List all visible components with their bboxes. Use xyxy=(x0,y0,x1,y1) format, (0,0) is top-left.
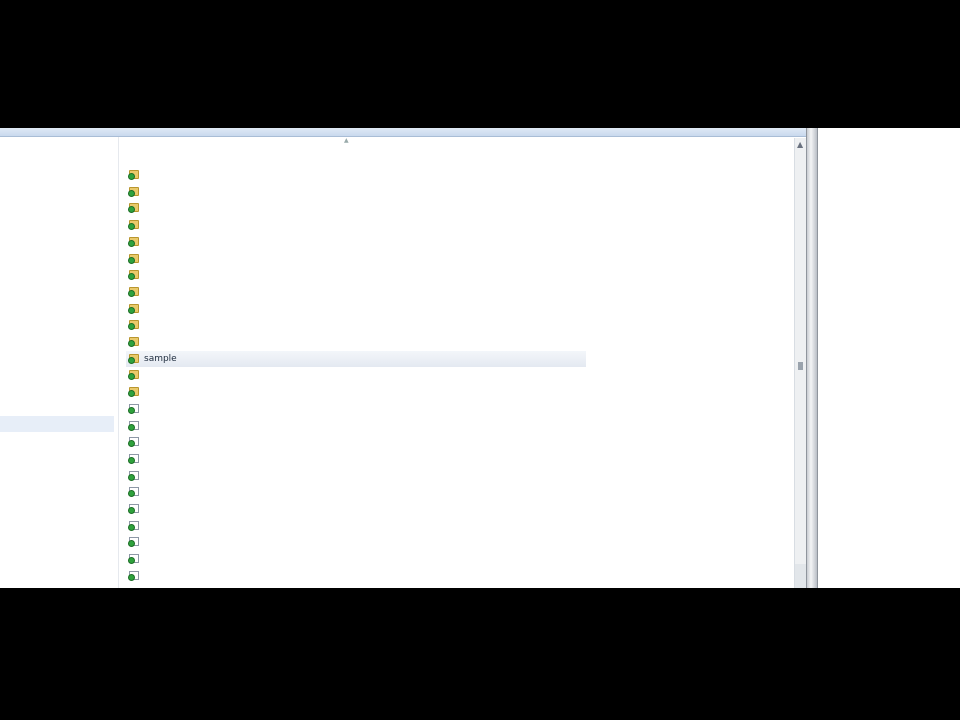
toolbar xyxy=(0,128,808,137)
file-row[interactable] xyxy=(126,418,586,434)
file-row[interactable] xyxy=(126,518,586,534)
sync-status-check-icon xyxy=(128,323,135,331)
nav-item[interactable] xyxy=(0,434,114,450)
sync-status-check-icon xyxy=(128,256,135,264)
sync-status-check-icon xyxy=(128,239,135,247)
file-row[interactable] xyxy=(126,484,586,500)
sync-status-check-icon xyxy=(128,557,135,565)
document-icon xyxy=(128,504,139,514)
file-row[interactable] xyxy=(126,167,586,183)
document-icon xyxy=(128,520,139,531)
file-row[interactable] xyxy=(126,401,586,417)
file-row[interactable] xyxy=(126,384,586,400)
scrollbar-thumb[interactable] xyxy=(798,362,803,370)
folder-icon xyxy=(128,286,139,297)
sync-status-check-icon xyxy=(128,406,135,414)
folder-icon xyxy=(128,253,139,264)
folder-icon xyxy=(128,337,139,347)
document-icon xyxy=(128,470,139,481)
document-icon xyxy=(128,554,139,565)
sync-status-check-icon xyxy=(128,573,135,581)
document-icon xyxy=(128,537,139,548)
file-row[interactable] xyxy=(126,301,586,317)
sync-status-check-icon xyxy=(128,507,135,514)
document-icon xyxy=(128,403,139,414)
sync-status-check-icon xyxy=(128,306,135,314)
sync-status-check-icon xyxy=(128,189,135,197)
sync-status-check-icon xyxy=(128,490,135,498)
file-row[interactable] xyxy=(126,501,586,517)
file-row[interactable] xyxy=(126,184,586,200)
sync-status-check-icon xyxy=(128,373,135,381)
sync-status-check-icon xyxy=(128,289,135,297)
folder-icon xyxy=(128,320,139,331)
folder-icon xyxy=(128,370,139,381)
file-row[interactable] xyxy=(126,284,586,300)
sync-status-check-icon xyxy=(128,356,135,364)
file-row[interactable] xyxy=(126,334,586,350)
folder-icon xyxy=(128,303,139,314)
sync-status-check-icon xyxy=(128,540,135,548)
file-row[interactable] xyxy=(126,217,586,233)
folder-icon xyxy=(128,236,139,247)
folder-icon xyxy=(128,170,139,180)
file-list: ▲ sample xyxy=(120,137,790,588)
document-icon xyxy=(128,437,139,448)
folder-icon xyxy=(128,220,139,231)
folder-icon xyxy=(128,186,139,197)
nav-item[interactable] xyxy=(0,472,114,488)
file-row[interactable] xyxy=(126,451,586,467)
sync-status-check-icon xyxy=(128,423,135,431)
file-row[interactable] xyxy=(126,200,586,216)
file-row[interactable] xyxy=(126,434,586,450)
document-icon xyxy=(128,453,139,464)
sync-status-check-icon xyxy=(128,440,135,448)
window-frame-border xyxy=(806,128,818,588)
file-row[interactable] xyxy=(126,534,586,550)
document-icon xyxy=(128,570,139,581)
folder-icon xyxy=(128,203,139,214)
document-icon xyxy=(128,420,139,431)
sync-status-check-icon xyxy=(128,473,135,481)
nav-item[interactable] xyxy=(0,453,114,469)
file-row[interactable] xyxy=(126,367,586,383)
scroll-up-arrow-icon[interactable]: ▲ xyxy=(797,140,803,149)
folder-icon xyxy=(128,353,139,364)
file-row[interactable] xyxy=(126,317,586,333)
sync-status-check-icon xyxy=(128,456,135,464)
document-icon xyxy=(128,487,139,498)
nav-item[interactable] xyxy=(0,416,114,432)
file-row[interactable] xyxy=(126,551,586,567)
sync-status-check-icon xyxy=(128,206,135,214)
folder-icon xyxy=(128,270,139,281)
file-name: sample xyxy=(144,353,177,364)
file-row[interactable] xyxy=(126,267,586,283)
file-row[interactable] xyxy=(126,568,586,584)
file-row[interactable] xyxy=(126,468,586,484)
sync-status-check-icon xyxy=(128,390,135,398)
sync-status-check-icon xyxy=(128,340,135,347)
nav-item[interactable] xyxy=(0,491,114,507)
nav-item[interactable] xyxy=(0,510,114,526)
sync-status-check-icon xyxy=(128,173,135,180)
explorer-window: ▲ sample ▲ xyxy=(0,128,960,588)
sort-arrow-icon: ▲ xyxy=(344,137,349,144)
folder-icon xyxy=(128,387,139,398)
sync-status-check-icon xyxy=(128,523,135,531)
sync-status-check-icon xyxy=(128,223,135,231)
navigation-pane xyxy=(0,137,119,588)
file-row[interactable] xyxy=(126,234,586,250)
file-row[interactable]: sample xyxy=(126,350,586,367)
sync-status-check-icon xyxy=(128,273,135,281)
file-row[interactable] xyxy=(126,251,586,267)
